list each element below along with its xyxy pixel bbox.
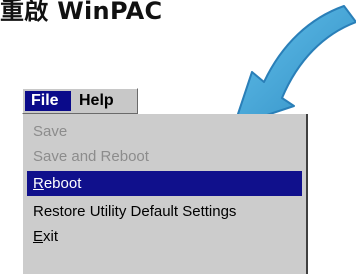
page-title: 重啟 WinPAC	[0, 0, 163, 25]
menu-item-exit-label: xit	[43, 228, 59, 245]
menu-item-save-and-reboot[interactable]: Save and Reboot	[27, 144, 302, 169]
help-menu[interactable]: Help	[73, 91, 120, 111]
menu-item-save[interactable]: Save	[27, 119, 302, 144]
file-dropdown-menu: Save Save and Reboot Reboot Restore Util…	[22, 114, 308, 274]
mnemonic-e: E	[33, 228, 44, 245]
menu-item-reboot[interactable]: Reboot	[27, 171, 302, 196]
file-menu[interactable]: File	[25, 91, 71, 111]
mnemonic-r: R	[33, 175, 44, 192]
menu-bar: File Help	[22, 88, 138, 114]
menu-item-exit[interactable]: Exit	[27, 224, 302, 249]
menu-item-restore-defaults[interactable]: Restore Utility Default Settings	[27, 199, 302, 224]
menu-item-reboot-label: eboot	[43, 175, 82, 192]
